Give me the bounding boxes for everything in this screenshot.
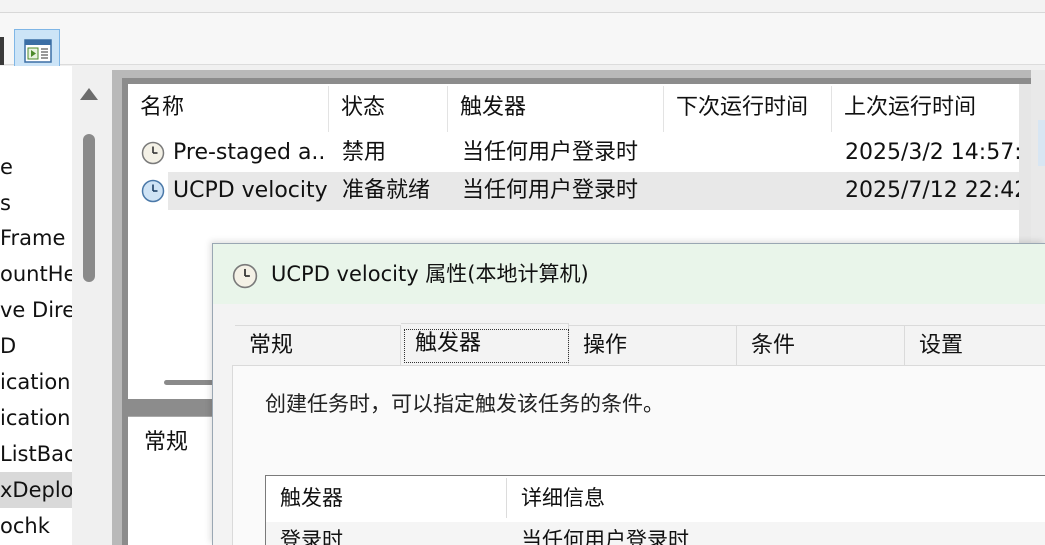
tree-item[interactable]: s [0, 185, 11, 221]
title-strip [0, 0, 1045, 13]
column-header-details[interactable]: 详细信息 [507, 478, 1045, 518]
tab-actions[interactable]: 操作 [569, 325, 737, 365]
column-header-next-run[interactable]: 下次运行时间 [664, 86, 832, 132]
task-status: 准备就绪 [342, 178, 431, 203]
dialog-title: UCPD velocity 属性(本地计算机) [271, 262, 589, 286]
clock-icon [141, 179, 165, 203]
clock-icon [141, 141, 165, 165]
tree-item[interactable]: Frame [0, 220, 65, 256]
task-last-run: 2025/3/2 14:57:4 [845, 140, 1019, 165]
column-header-last-run[interactable]: 上次运行时间 [832, 86, 1019, 132]
trigger-details: 当任何用户登录时 [521, 528, 689, 545]
tab-general[interactable]: 常规 [235, 325, 401, 365]
detail-tab-general[interactable]: 常规 [144, 424, 188, 456]
tree-item[interactable]: ListBacl [0, 436, 81, 472]
tree-scrollbar-thumb[interactable] [83, 134, 95, 282]
tree-item[interactable]: ochk [0, 508, 50, 544]
tree-item[interactable]: D [0, 328, 16, 364]
trigger-type: 登录时 [280, 528, 343, 545]
column-header-status[interactable]: 状态 [329, 86, 448, 132]
tree-item[interactable]: ountHe [0, 256, 76, 292]
triggers-description: 创建任务时，可以指定触发该任务的条件。 [265, 392, 664, 416]
tree-item[interactable]: e [0, 149, 13, 185]
tab-focus-rectangle [404, 329, 569, 363]
task-next-run [677, 134, 827, 172]
toolbar-separator [0, 37, 4, 65]
tab-settings[interactable]: 设置 [905, 325, 1045, 365]
task-trigger: 当任何用户登录时 [462, 178, 639, 203]
toolbar [0, 13, 1045, 71]
show-preview-pane-button[interactable] [14, 29, 60, 71]
show-preview-pane-icon [24, 39, 52, 63]
task-name: Pre-staged a... [173, 140, 327, 165]
clock-icon [232, 263, 258, 289]
actions-pane-selected-item[interactable] [1038, 120, 1045, 166]
task-trigger: 当任何用户登录时 [462, 140, 639, 165]
task-last-run: 2025/7/12 22:42 [845, 178, 1019, 203]
scroll-up-arrow-icon[interactable] [80, 88, 98, 100]
tree-item[interactable]: ication [0, 364, 70, 400]
tree-item-selected[interactable]: xDeploy [0, 472, 86, 508]
tree-item[interactable]: ication [0, 400, 70, 436]
task-status: 禁用 [342, 140, 387, 165]
task-next-run [677, 172, 827, 210]
column-header-trigger[interactable]: 触发器 [266, 478, 506, 518]
tab-conditions[interactable]: 条件 [737, 325, 905, 365]
column-header-name[interactable]: 名称 [128, 86, 329, 132]
column-header-trigger[interactable]: 触发器 [448, 86, 664, 132]
task-name: UCPD velocity [173, 178, 327, 203]
